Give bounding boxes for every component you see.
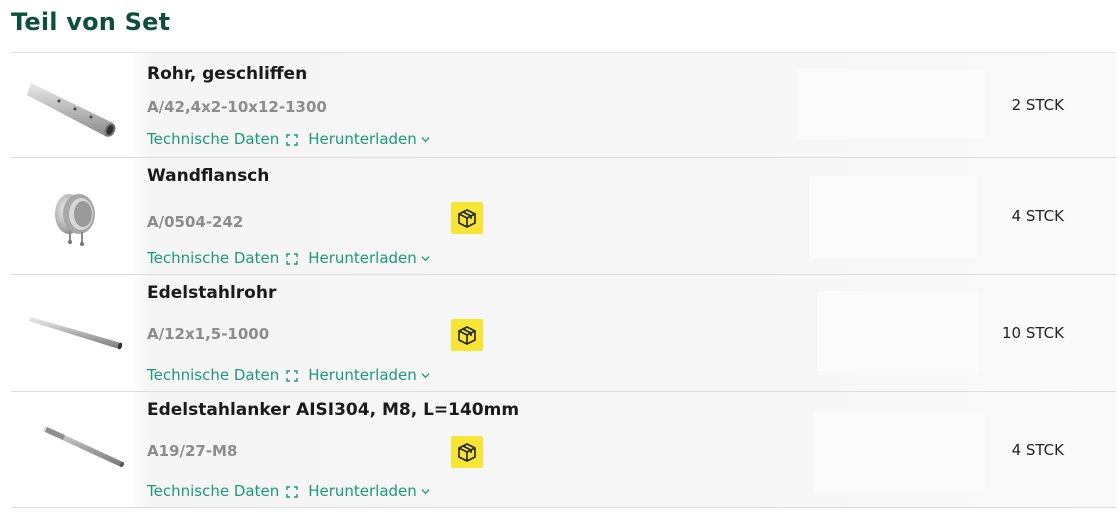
technical-data-link[interactable]: Technische Daten (147, 482, 279, 500)
package-icon[interactable] (451, 436, 483, 468)
expand-icon[interactable] (286, 486, 298, 498)
quantity: 4 STCK (1011, 441, 1064, 459)
expand-icon[interactable] (286, 134, 298, 146)
part-links: Technische Daten Herunterladen (147, 482, 430, 500)
thin-pipe-icon (25, 293, 127, 373)
download-link[interactable]: Herunterladen (308, 366, 417, 384)
package-icon[interactable] (451, 202, 483, 234)
part-name: Edelstahlanker AISI304, M8, L=140mm (147, 400, 520, 420)
quantity: 10 STCK (1002, 324, 1064, 342)
price-placeholder (813, 410, 985, 494)
list-item: Wandflansch A/0504-242 Technische Daten … (11, 158, 1116, 275)
download-link[interactable]: Herunterladen (308, 249, 417, 267)
download-link[interactable]: Herunterladen (308, 130, 417, 148)
part-code: A/0504-242 (147, 213, 244, 231)
list-item: Edelstahlrohr A/12x1,5-1000 Technische D… (11, 275, 1116, 392)
chevron-down-icon[interactable] (421, 487, 430, 496)
section-title: Teil von Set (11, 8, 171, 36)
quantity: 2 STCK (1011, 96, 1064, 114)
part-links: Technische Daten Herunterladen (147, 249, 430, 267)
list-item: Rohr, geschliffen A/42,4x2-10x12-1300 Te… (11, 53, 1116, 158)
technical-data-link[interactable]: Technische Daten (147, 249, 279, 267)
pipe-with-holes-icon (25, 65, 127, 145)
package-icon[interactable] (451, 319, 483, 351)
list-item: Edelstahlanker AISI304, M8, L=140mm A19/… (11, 392, 1116, 508)
chevron-down-icon[interactable] (421, 254, 430, 263)
price-placeholder (809, 176, 977, 258)
part-code: A/12x1,5-1000 (147, 325, 270, 343)
quantity: 4 STCK (1011, 207, 1064, 225)
price-placeholder (797, 69, 985, 139)
part-links: Technische Daten Herunterladen (147, 130, 430, 148)
wall-flange-icon (25, 176, 127, 256)
download-link[interactable]: Herunterladen (308, 482, 417, 500)
price-placeholder (817, 291, 979, 375)
part-name: Edelstahlrohr (147, 283, 277, 303)
parts-list: Rohr, geschliffen A/42,4x2-10x12-1300 Te… (11, 52, 1116, 508)
part-code: A/42,4x2-10x12-1300 (147, 98, 327, 116)
part-links: Technische Daten Herunterladen (147, 366, 430, 384)
chevron-down-icon[interactable] (421, 135, 430, 144)
expand-icon[interactable] (286, 253, 298, 265)
part-code: A19/27-M8 (147, 442, 238, 460)
chevron-down-icon[interactable] (421, 371, 430, 380)
technical-data-link[interactable]: Technische Daten (147, 130, 279, 148)
part-of-set-page: Teil von Set Rohr, geschliffen A/42,4x2-… (0, 0, 1119, 527)
part-name: Wandflansch (147, 166, 270, 186)
anchor-rod-icon (25, 410, 127, 490)
part-name: Rohr, geschliffen (147, 64, 308, 84)
expand-icon[interactable] (286, 370, 298, 382)
technical-data-link[interactable]: Technische Daten (147, 366, 279, 384)
